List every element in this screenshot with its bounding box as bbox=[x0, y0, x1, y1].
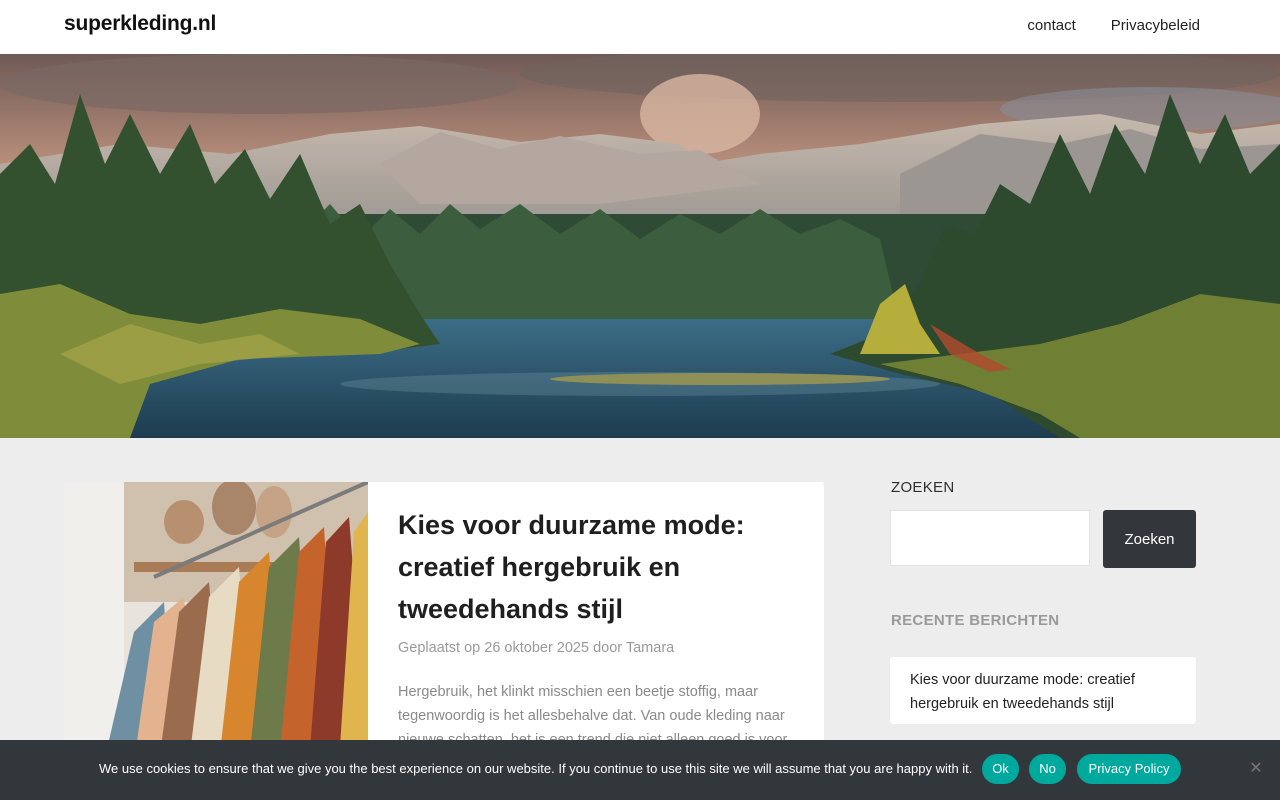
recent-post-link[interactable]: Kies voor duurzame mode: creatief hergeb… bbox=[910, 672, 1135, 712]
search-widget-title: ZOEKEN bbox=[891, 479, 955, 496]
search-button[interactable]: Zoeken bbox=[1103, 510, 1196, 568]
clothing-rack-image bbox=[64, 482, 368, 762]
nav-privacybeleid[interactable]: Privacybeleid bbox=[1111, 17, 1200, 34]
post-card: Kies voor duurzame mode: creatief hergeb… bbox=[64, 482, 824, 762]
search-input[interactable] bbox=[890, 510, 1090, 566]
cookie-text: We use cookies to ensure that we give yo… bbox=[99, 761, 973, 776]
privacy-policy-button[interactable]: Privacy Policy bbox=[1077, 754, 1181, 784]
site-title[interactable]: superkleding.nl bbox=[64, 12, 216, 36]
cookie-ok-button[interactable]: Ok bbox=[982, 754, 1019, 784]
post-thumbnail[interactable] bbox=[64, 482, 368, 762]
recent-posts-list: Kies voor duurzame mode: creatief hergeb… bbox=[890, 657, 1196, 724]
cookie-no-button[interactable]: No bbox=[1029, 754, 1066, 784]
header-image bbox=[0, 54, 1280, 438]
post-meta: Geplaatst op 26 oktober 2025 door Tamara bbox=[398, 640, 675, 656]
site-header: superkleding.nl contact Privacybeleid bbox=[0, 0, 1280, 54]
close-icon[interactable]: ✕ bbox=[1248, 760, 1264, 778]
nav-contact[interactable]: contact bbox=[1027, 17, 1075, 34]
mountain-lake-illustration bbox=[0, 54, 1280, 438]
recent-posts-title: RECENTE BERICHTEN bbox=[891, 612, 1060, 629]
cookie-notice: We use cookies to ensure that we give yo… bbox=[0, 740, 1280, 800]
main-nav: contact Privacybeleid bbox=[1027, 17, 1200, 34]
post-title[interactable]: Kies voor duurzame mode: creatief hergeb… bbox=[398, 504, 798, 630]
